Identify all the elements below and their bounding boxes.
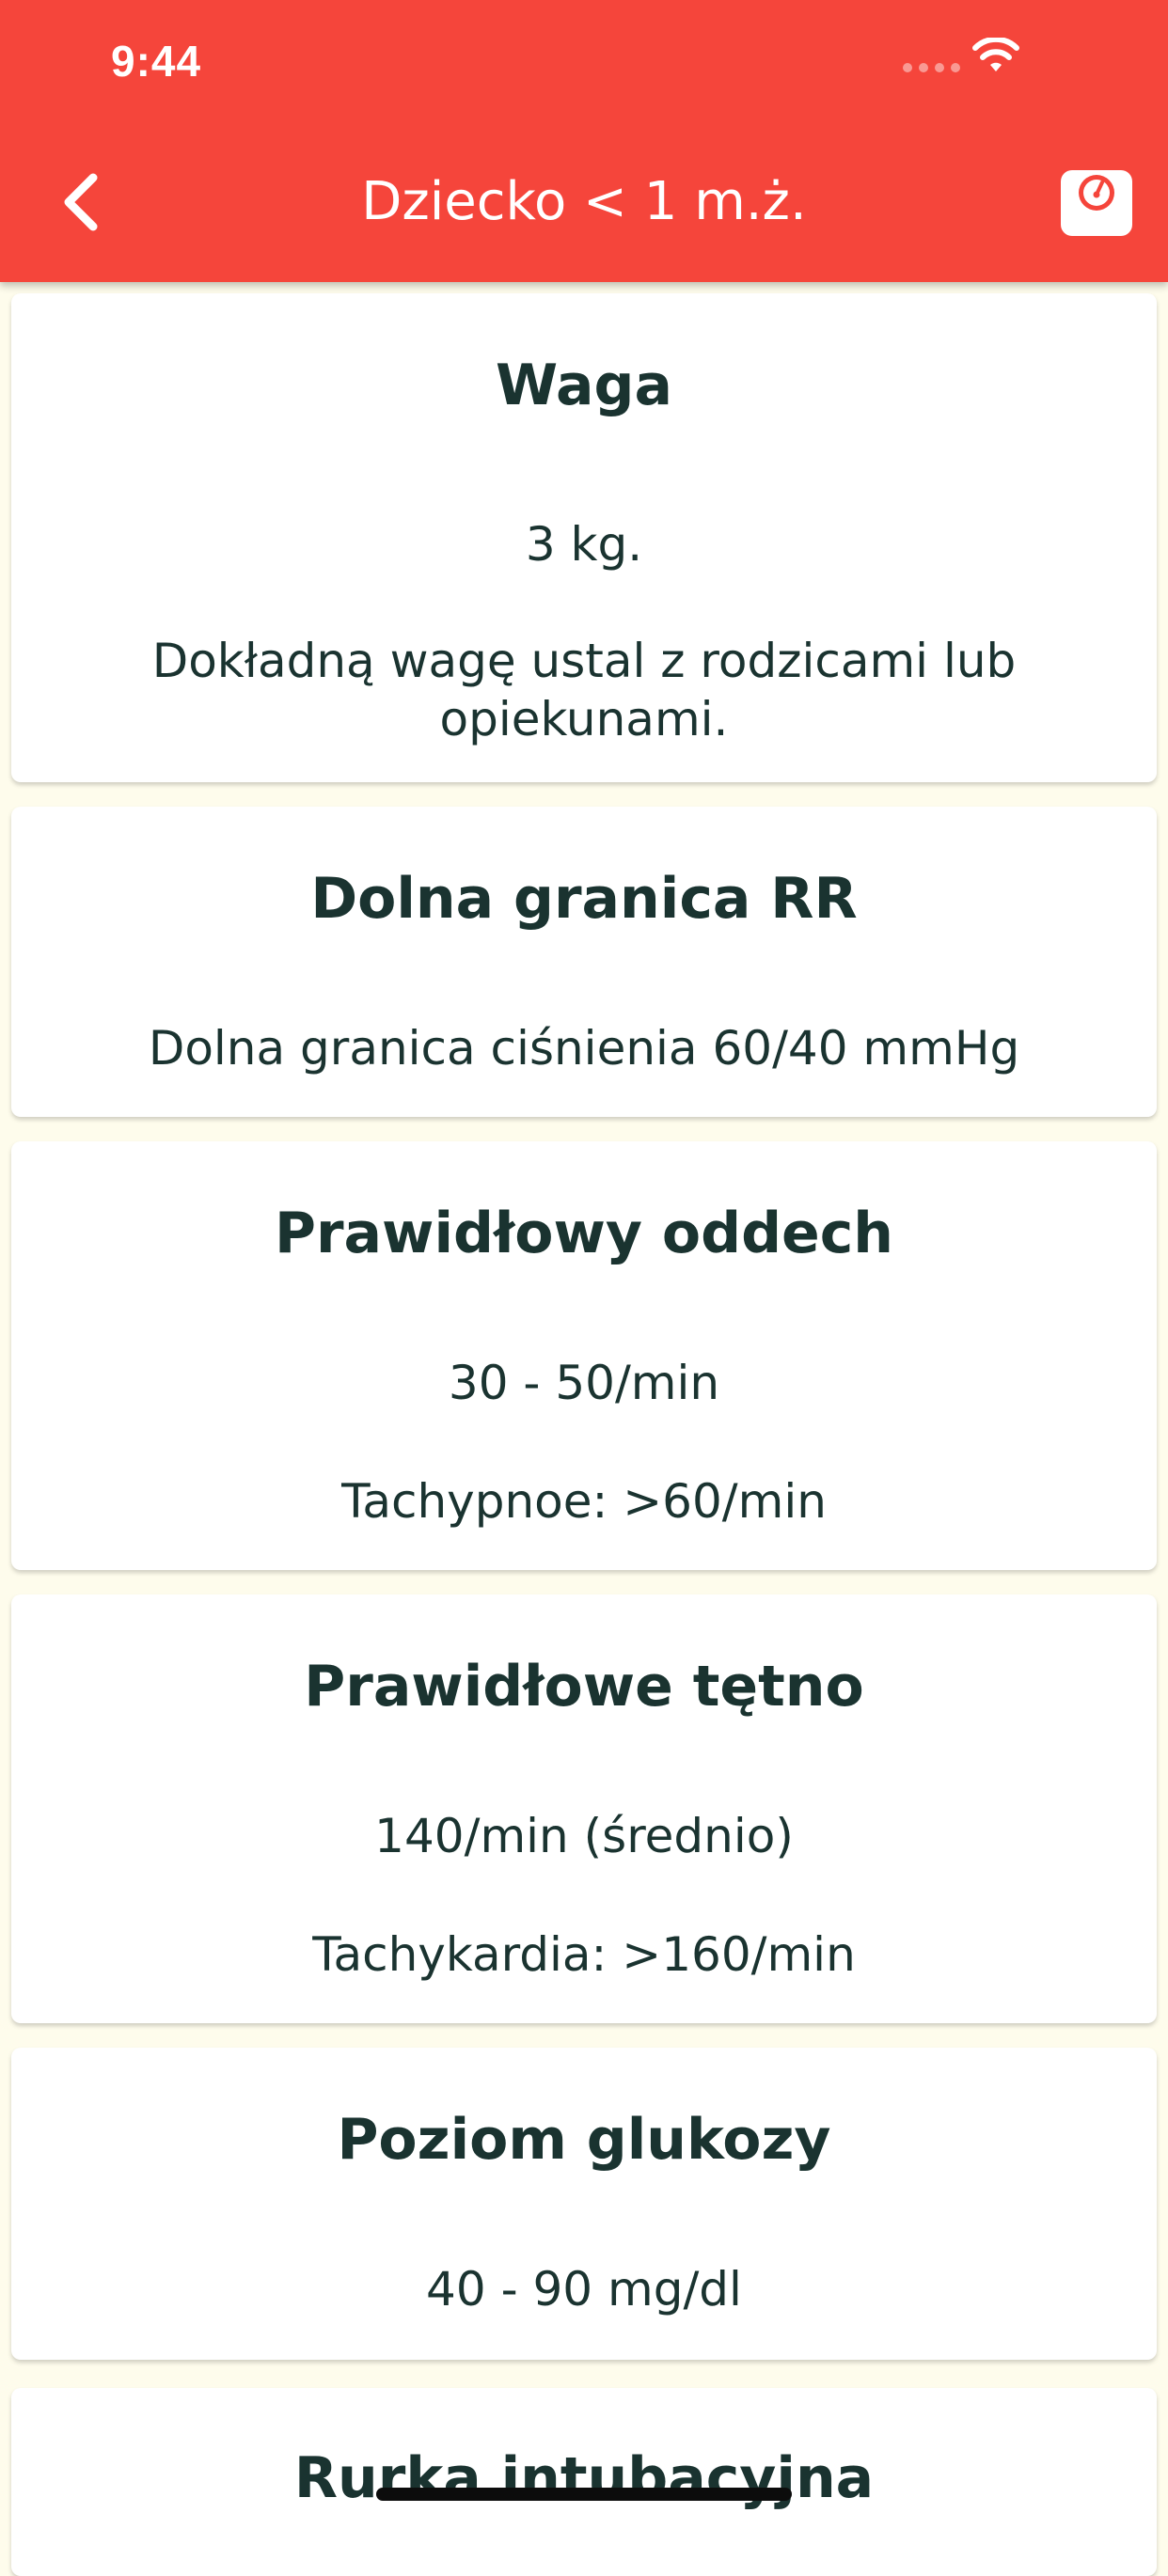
card-title: Waga	[496, 353, 672, 418]
card-title: Prawidłowy oddech	[274, 1201, 893, 1266]
card-title: Poziom glukozy	[337, 2107, 831, 2173]
wifi-icon	[972, 38, 1019, 71]
back-button[interactable]	[47, 160, 113, 244]
cellular-signal-icon	[903, 63, 960, 72]
weight-scale-button[interactable]	[1059, 165, 1134, 240]
card-title: Dolna granica RR	[310, 866, 858, 932]
content-list[interactable]: Waga 3 kg. Dokładną wagę ustal z rodzica…	[0, 282, 1168, 2576]
navigation-bar: 9:44 Dziecko < 1 m.ż.	[0, 0, 1168, 282]
card-title: Prawidłowe tętno	[304, 1654, 864, 1720]
page-title: Dziecko < 1 m.ż.	[361, 171, 807, 232]
card-title: Rurka intubacyjna	[293, 2445, 875, 2511]
card-note: Dokładną wagę ustal z rodzicami lub opie…	[151, 634, 1017, 746]
card-intubation-tube: Rurka intubacyjna	[11, 2388, 1157, 2576]
card-glucose: Poziom glukozy 40 - 90 mg/dl	[11, 2048, 1157, 2360]
card-value: Dolna granica ciśnienia 60/40 mmHg	[148, 1021, 1020, 1076]
card-blood-pressure: Dolna granica RR Dolna granica ciśnienia…	[11, 807, 1157, 1117]
card-heart-rate: Prawidłowe tętno 140/min (średnio) Tachy…	[11, 1594, 1157, 2023]
card-note: Tachykardia: >160/min	[312, 1927, 856, 1982]
card-value: 40 - 90 mg/dl	[426, 2262, 742, 2317]
card-note: Tachypnoe: >60/min	[341, 1474, 827, 1529]
chevron-left-icon	[64, 173, 98, 231]
status-time: 9:44	[111, 37, 202, 86]
card-weight: Waga 3 kg. Dokładną wagę ustal z rodzica…	[11, 293, 1157, 782]
card-value: 30 - 50/min	[448, 1356, 720, 1410]
card-breathing: Prawidłowy oddech 30 - 50/min Tachypnoe:…	[11, 1141, 1157, 1570]
scale-icon	[1061, 170, 1132, 236]
home-indicator[interactable]	[376, 2488, 792, 2501]
card-value: 3 kg.	[525, 517, 643, 572]
card-value: 140/min (średnio)	[374, 1809, 794, 1863]
